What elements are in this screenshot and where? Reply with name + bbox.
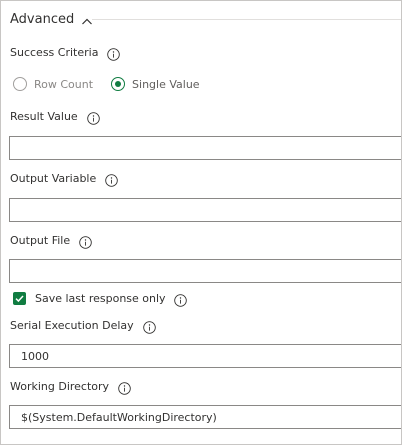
working-directory-label: Working Directory: [10, 379, 110, 393]
working-directory-label-row: Working Directory: [10, 377, 131, 395]
radio-row-count-circle[interactable]: [13, 77, 27, 91]
section-title: Advanced: [10, 11, 75, 27]
result-value-label: Result Value: [10, 109, 78, 123]
radio-row-count[interactable]: Row Count: [13, 77, 93, 91]
output-variable-label-row: Output Variable: [10, 169, 119, 187]
info-icon[interactable]: [173, 292, 187, 307]
working-directory-input[interactable]: [9, 405, 401, 429]
radio-row-count-label: Row Count: [34, 77, 94, 91]
serial-execution-delay-input[interactable]: [9, 344, 401, 368]
result-value-label-row: Result Value: [10, 107, 100, 125]
radio-single-value-label: Single Value: [132, 77, 200, 91]
output-file-label-row: Output File: [10, 231, 92, 249]
success-criteria-label-row: Success Criteria: [10, 43, 121, 61]
section-divider: [92, 19, 401, 20]
success-criteria-radio-group: Row Count Single Value: [13, 75, 200, 93]
output-file-label: Output File: [10, 233, 71, 247]
success-criteria-label: Success Criteria: [10, 45, 99, 59]
save-last-response-checkbox[interactable]: [13, 291, 26, 305]
radio-single-value-circle[interactable]: [111, 77, 126, 91]
output-variable-input[interactable]: [9, 198, 401, 222]
advanced-settings-panel: Advanced Success Criteria Row Count Sing…: [0, 0, 402, 445]
serial-execution-delay-label: Serial Execution Delay: [10, 318, 134, 332]
info-icon[interactable]: [86, 110, 100, 125]
info-icon[interactable]: [142, 319, 156, 334]
serial-execution-delay-label-row: Serial Execution Delay: [10, 316, 156, 334]
save-last-response-label[interactable]: Save last response only: [35, 292, 166, 305]
radio-single-value[interactable]: Single Value: [111, 77, 200, 91]
checkmark-icon: [15, 294, 24, 302]
info-icon[interactable]: [118, 380, 131, 395]
info-icon[interactable]: [105, 172, 119, 187]
info-icon[interactable]: [107, 46, 121, 61]
result-value-input[interactable]: [9, 136, 401, 160]
info-icon[interactable]: [79, 234, 92, 249]
advanced-section-toggle[interactable]: Advanced: [10, 9, 93, 29]
save-last-response-row: Save last response only: [13, 290, 187, 307]
output-variable-label: Output Variable: [10, 171, 97, 185]
output-file-input[interactable]: [9, 259, 401, 283]
